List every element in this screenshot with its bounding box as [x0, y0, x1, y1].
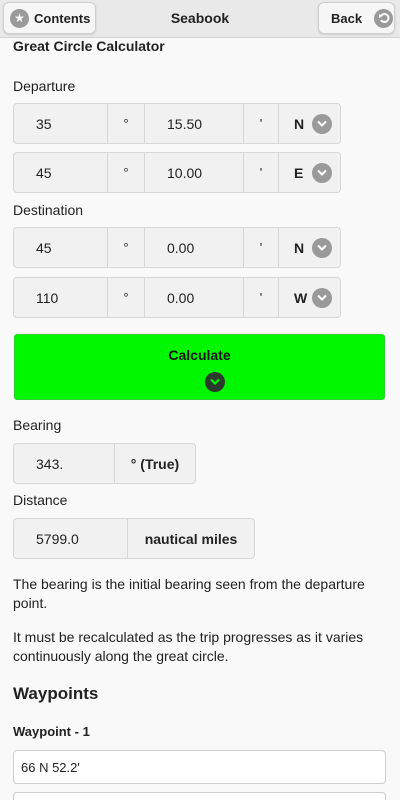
departure-lat-min-input[interactable]: 15.50 [144, 103, 244, 144]
bearing-value: 343. [13, 443, 115, 484]
distance-label: Distance [13, 492, 68, 508]
bearing-label: Bearing [13, 417, 62, 433]
departure-lon-min-input[interactable]: 10.00 [144, 152, 244, 193]
hemisphere-value: E [294, 164, 304, 181]
destination-lon-hemisphere-select[interactable]: W [278, 277, 341, 318]
bearing-unit: ° (True) [114, 443, 196, 484]
page-title: Seabook [170, 10, 230, 26]
degree-symbol: ° [107, 277, 145, 318]
hemisphere-value: W [294, 289, 308, 306]
departure-lon-hemisphere-select[interactable]: E [278, 152, 341, 193]
degree-symbol: ° [107, 227, 145, 268]
contents-label: Contents [34, 10, 91, 26]
back-label: Back [331, 10, 363, 26]
departure-lat-hemisphere-select[interactable]: N [278, 103, 341, 144]
contents-button[interactable]: ★ Contents [3, 2, 96, 34]
waypoint-field-next[interactable] [13, 792, 386, 800]
destination-lat-deg-input[interactable]: 45 [13, 227, 108, 268]
distance-unit: nautical miles [127, 518, 255, 559]
chevron-down-icon [312, 238, 332, 258]
destination-label: Destination [13, 202, 84, 218]
calculator-title: Great Circle Calculator [13, 38, 165, 54]
minute-symbol: ' [243, 277, 279, 318]
app-header: ★ Contents Seabook Back [0, 0, 400, 38]
recalculate-note: It must be recalculated as the trip prog… [13, 629, 364, 664]
degree-symbol: ° [107, 152, 145, 193]
hemisphere-value: N [294, 239, 305, 256]
calculate-label: Calculate [168, 347, 231, 363]
calculate-button[interactable]: Calculate [14, 334, 385, 400]
chevron-down-icon [312, 288, 332, 308]
destination-lat-hemisphere-select[interactable]: N [278, 227, 341, 268]
back-arrow-icon [374, 8, 394, 28]
destination-lon-deg-input[interactable]: 110 [13, 277, 108, 318]
departure-lat-deg-input[interactable]: 35 [13, 103, 108, 144]
waypoints-heading: Waypoints [13, 684, 99, 703]
chevron-down-icon [312, 114, 332, 134]
degree-symbol: ° [107, 103, 145, 144]
departure-lon-deg-input[interactable]: 45 [13, 152, 108, 193]
minute-symbol: ' [243, 103, 279, 144]
chevron-down-icon [312, 163, 332, 183]
minute-symbol: ' [243, 227, 279, 268]
destination-lat-min-input[interactable]: 0.00 [144, 227, 244, 268]
waypoint-title: Waypoint - 1 [13, 724, 90, 739]
back-button[interactable]: Back [318, 2, 395, 34]
star-icon: ★ [10, 8, 29, 28]
waypoint-field[interactable]: 66 N 52.2' [13, 750, 386, 784]
chevron-down-icon [205, 372, 225, 392]
distance-value: 5799.0 [13, 518, 128, 559]
minute-symbol: ' [243, 152, 279, 193]
departure-label: Departure [13, 78, 76, 94]
bearing-note: The bearing is the initial bearing seen … [13, 576, 365, 611]
hemisphere-value: N [294, 115, 305, 132]
destination-lon-min-input[interactable]: 0.00 [144, 277, 244, 318]
